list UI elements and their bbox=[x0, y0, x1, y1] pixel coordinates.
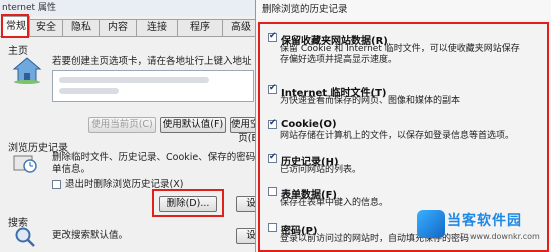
delete-history-button[interactable]: 删除(D)... bbox=[159, 196, 217, 212]
house-icon bbox=[12, 56, 42, 84]
history-desc: 已访问网站的列表。 bbox=[280, 165, 362, 175]
tab-programs[interactable]: 程序 bbox=[177, 19, 223, 36]
dialog-title: 删除浏览的历史记录 bbox=[256, 0, 551, 20]
home-url-textarea[interactable] bbox=[52, 70, 254, 102]
home-description: 若要创建主页选项卡，请在各地址行上键入地址 bbox=[52, 56, 252, 67]
tab-security[interactable]: 安全 bbox=[29, 19, 63, 36]
use-current-button[interactable]: 使用当前页(C) bbox=[88, 117, 156, 133]
form-data-desc: 保存在表单中键入的信息。 bbox=[280, 198, 389, 208]
home-heading: 主页 bbox=[8, 46, 28, 57]
tab-general[interactable]: 常规 bbox=[2, 16, 30, 37]
watermark-logo-icon bbox=[417, 210, 445, 238]
history-description-2: 单信息。 bbox=[52, 164, 91, 175]
search-icon bbox=[14, 226, 36, 248]
search-description: 更改搜索默认值。 bbox=[52, 230, 129, 241]
temp-files-desc: 为快速查看而保存的网页、图像和媒体的副本 bbox=[280, 96, 461, 106]
delete-on-exit-label: 退出时删除浏览历史记录(X) bbox=[65, 179, 184, 190]
tab-privacy[interactable]: 隐私 bbox=[62, 19, 100, 36]
preserve-favorites-desc-1: 保留 Cookie 和 Internet 临时文件，可以使收藏夹网站保存 bbox=[280, 44, 520, 54]
internet-options-window: nternet 属性 常规 安全 隐私 内容 连接 程序 高级 主页 若要创建主… bbox=[0, 0, 270, 252]
tab-strip: 常规 安全 隐私 内容 连接 程序 高级 bbox=[0, 16, 262, 37]
tab-content[interactable]: 内容 bbox=[99, 19, 137, 36]
screenshot: nternet 属性 常规 安全 隐私 内容 连接 程序 高级 主页 若要创建主… bbox=[0, 0, 551, 252]
watermark-url: www.downkr.com bbox=[470, 232, 540, 241]
preserve-favorites-desc-2: 存偏好选项并提高显示速度。 bbox=[280, 55, 398, 65]
cookies-desc: 网站存储在计算机上的文件，以保存如登录信息等首选项。 bbox=[280, 131, 515, 141]
use-default-button[interactable]: 使用默认值(F) bbox=[160, 117, 226, 133]
watermark-name: 当客软件园 bbox=[447, 213, 522, 229]
cookies-label: Cookie(O) bbox=[281, 119, 337, 130]
history-description-1: 删除临时文件、历史记录、Cookie、保存的密码 bbox=[52, 152, 256, 163]
window-title: nternet 属性 bbox=[0, 0, 264, 16]
tab-connections[interactable]: 连接 bbox=[136, 19, 178, 36]
delete-on-exit-checkbox[interactable] bbox=[52, 180, 61, 189]
history-icon bbox=[12, 152, 38, 174]
